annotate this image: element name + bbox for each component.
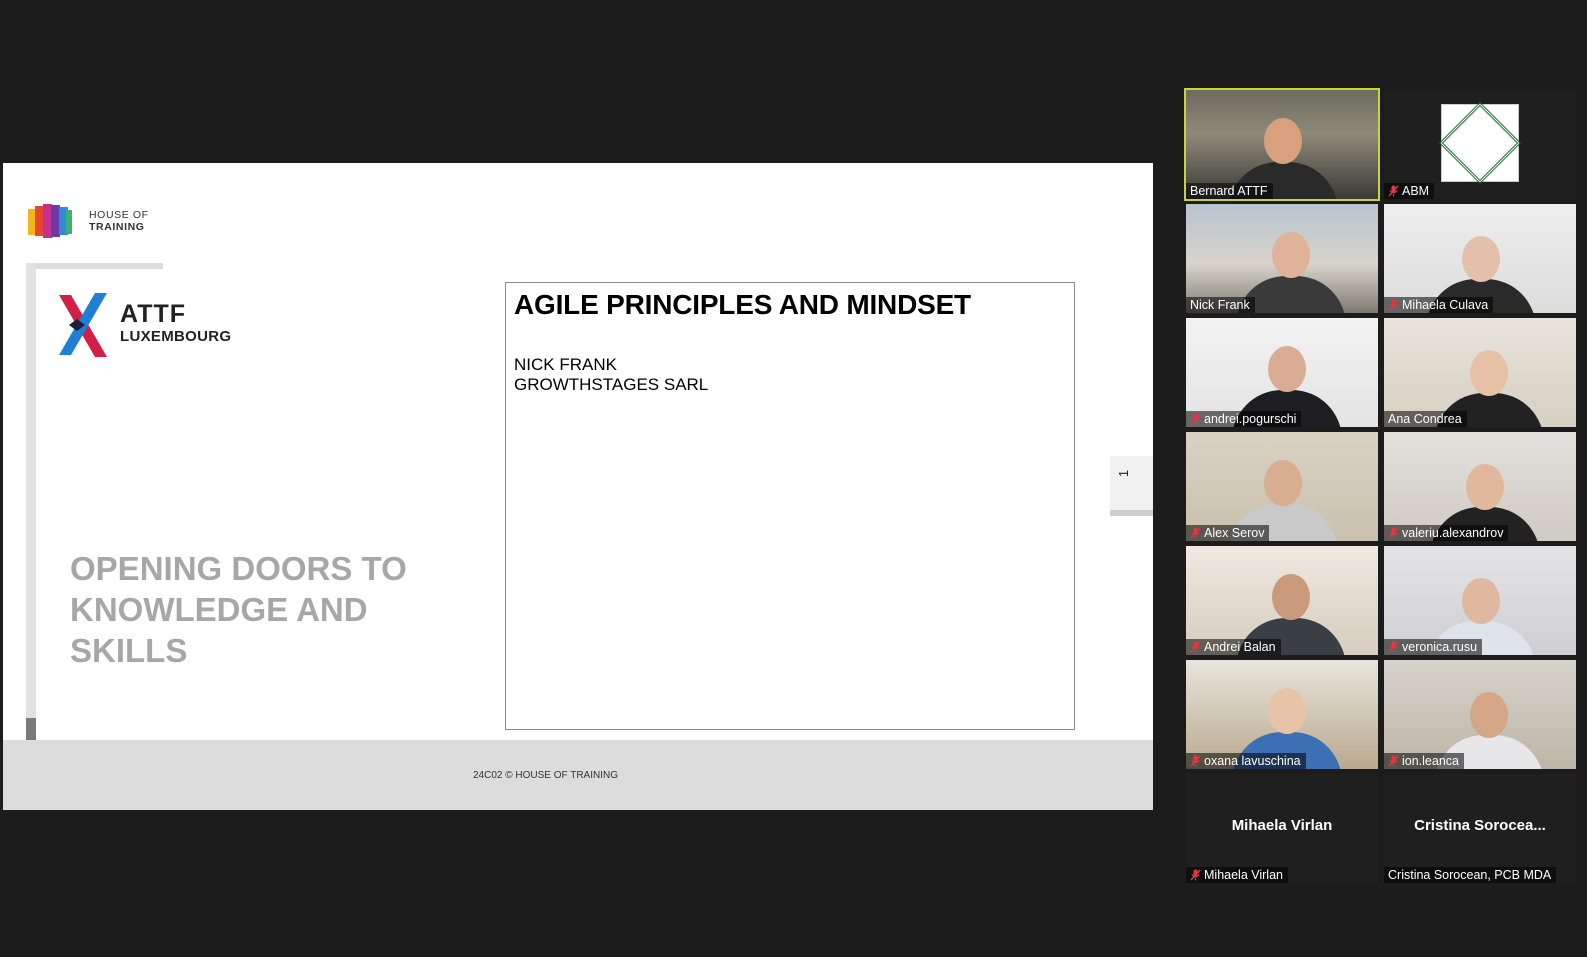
participant-name: valeriu.alexandrov (1402, 526, 1504, 540)
slide-page-tab: 1 (1110, 456, 1153, 516)
participant-head (1264, 460, 1302, 506)
participant-name: Cristina Sorocean, PCB MDA (1388, 868, 1552, 882)
participant-head (1466, 464, 1504, 510)
slide-page-number: 1 (1116, 469, 1132, 478)
participant-name: Alex Serov (1204, 526, 1265, 540)
participant-name-tag: Mihaela Culava (1384, 297, 1494, 313)
participant-head (1268, 688, 1306, 734)
muted-mic-icon (1190, 869, 1201, 881)
shared-slide: HOUSE OF TRAINING ATTF LUXEMBOURG OPENIN… (3, 163, 1153, 810)
participant-name: andrei.pogurschi (1204, 412, 1297, 426)
slide-footer: 24C02 © HOUSE OF TRAINING (3, 740, 1153, 810)
participant-name-tag: Cristina Sorocean, PCB MDA (1384, 867, 1557, 883)
presenter-company: GROWTHSTAGES SARL (514, 375, 709, 394)
participant-name: Mihaela Virlan (1204, 868, 1283, 882)
participant-name-tag: Nick Frank (1186, 297, 1255, 313)
house-of-training-logo-icon (28, 204, 72, 238)
participant-head (1462, 236, 1500, 282)
participant-tile[interactable]: Alex Serov (1186, 432, 1378, 541)
muted-mic-icon (1190, 755, 1201, 767)
participant-tile[interactable]: ion.leanca (1384, 660, 1576, 769)
participant-name-tag: oxana lavuschina (1186, 753, 1306, 769)
participant-tile[interactable]: veronica.rusu (1384, 546, 1576, 655)
abm-logo-icon (1438, 101, 1522, 185)
participant-head (1268, 346, 1306, 392)
attf-subtitle: LUXEMBOURG (120, 328, 232, 345)
participant-tile[interactable]: Mihaela Virlan Mihaela Virlan (1186, 774, 1378, 883)
house-of-training-wordmark: HOUSE OF TRAINING (89, 209, 149, 233)
participant-head (1470, 350, 1508, 396)
participant-tile[interactable]: Ana Condrea (1384, 318, 1576, 427)
participant-name: Nick Frank (1190, 298, 1250, 312)
participant-tile[interactable]: andrei.pogurschi (1186, 318, 1378, 427)
muted-mic-icon (1190, 641, 1201, 653)
participant-head (1272, 232, 1310, 278)
participant-name-tag: veronica.rusu (1384, 639, 1483, 655)
participant-name-tag: valeriu.alexandrov (1384, 525, 1509, 541)
attf-name: ATTF (120, 300, 187, 328)
participant-name-tag: Alex Serov (1186, 525, 1270, 541)
participant-name-tag: Mihaela Virlan (1186, 867, 1288, 883)
participant-head (1264, 118, 1302, 164)
participant-name: ion.leanca (1402, 754, 1459, 768)
muted-mic-icon (1190, 413, 1201, 425)
participant-tile[interactable]: valeriu.alexandrov (1384, 432, 1576, 541)
participant-display-name: Mihaela Virlan (1231, 817, 1333, 834)
presenter-name: NICK FRANK (514, 355, 617, 374)
participant-tile[interactable]: Mihaela Culava (1384, 204, 1576, 313)
participant-head (1462, 578, 1500, 624)
participant-head (1272, 574, 1310, 620)
muted-mic-icon (1388, 185, 1399, 197)
slide-frame-top (26, 263, 163, 269)
participant-name-tag: Andrei Balan (1186, 639, 1281, 655)
muted-mic-icon (1388, 299, 1399, 311)
participant-name-tag: ABM (1384, 183, 1435, 199)
participant-display-name: Cristina Sorocea... (1414, 817, 1546, 834)
participant-name: veronica.rusu (1402, 640, 1478, 654)
participant-name-tag: andrei.pogurschi (1186, 411, 1302, 427)
participant-name: oxana lavuschina (1204, 754, 1301, 768)
muted-mic-icon (1190, 527, 1201, 539)
muted-mic-icon (1388, 527, 1399, 539)
slide-tagline: OPENING DOORS TO KNOWLEDGE AND SKILLS (70, 550, 407, 669)
participant-name: Mihaela Culava (1402, 298, 1489, 312)
participant-tile[interactable]: Bernard ATTF (1184, 88, 1380, 201)
muted-mic-icon (1388, 755, 1399, 767)
participant-tile[interactable]: Andrei Balan (1186, 546, 1378, 655)
participant-name: Andrei Balan (1204, 640, 1276, 654)
participant-head (1470, 692, 1508, 738)
attf-x-logo-icon (59, 293, 107, 357)
participant-tile[interactable]: Nick Frank (1186, 204, 1378, 313)
participant-name: Bernard ATTF (1190, 184, 1268, 198)
slide-title-box: AGILE PRINCIPLES AND MINDSET NICK FRANK … (505, 282, 1075, 730)
slide-footer-text: 24C02 © HOUSE OF TRAINING (473, 770, 618, 781)
participant-name-tag: ion.leanca (1384, 753, 1464, 769)
slide-frame-left (26, 263, 36, 768)
participant-name: Ana Condrea (1388, 412, 1462, 426)
participant-tile[interactable]: oxana lavuschina (1186, 660, 1378, 769)
participant-tile[interactable]: ABM (1384, 90, 1576, 199)
slide-title: AGILE PRINCIPLES AND MINDSET (514, 289, 971, 320)
participant-name: ABM (1402, 184, 1430, 198)
presenter-block: NICK FRANK GROWTHSTAGES SARL (514, 355, 708, 395)
participant-name-tag: Ana Condrea (1384, 411, 1467, 427)
participant-name-tag: Bernard ATTF (1186, 183, 1273, 199)
muted-mic-icon (1388, 641, 1399, 653)
participant-tile[interactable]: Cristina Sorocea... Cristina Sorocean, PC… (1384, 774, 1576, 883)
